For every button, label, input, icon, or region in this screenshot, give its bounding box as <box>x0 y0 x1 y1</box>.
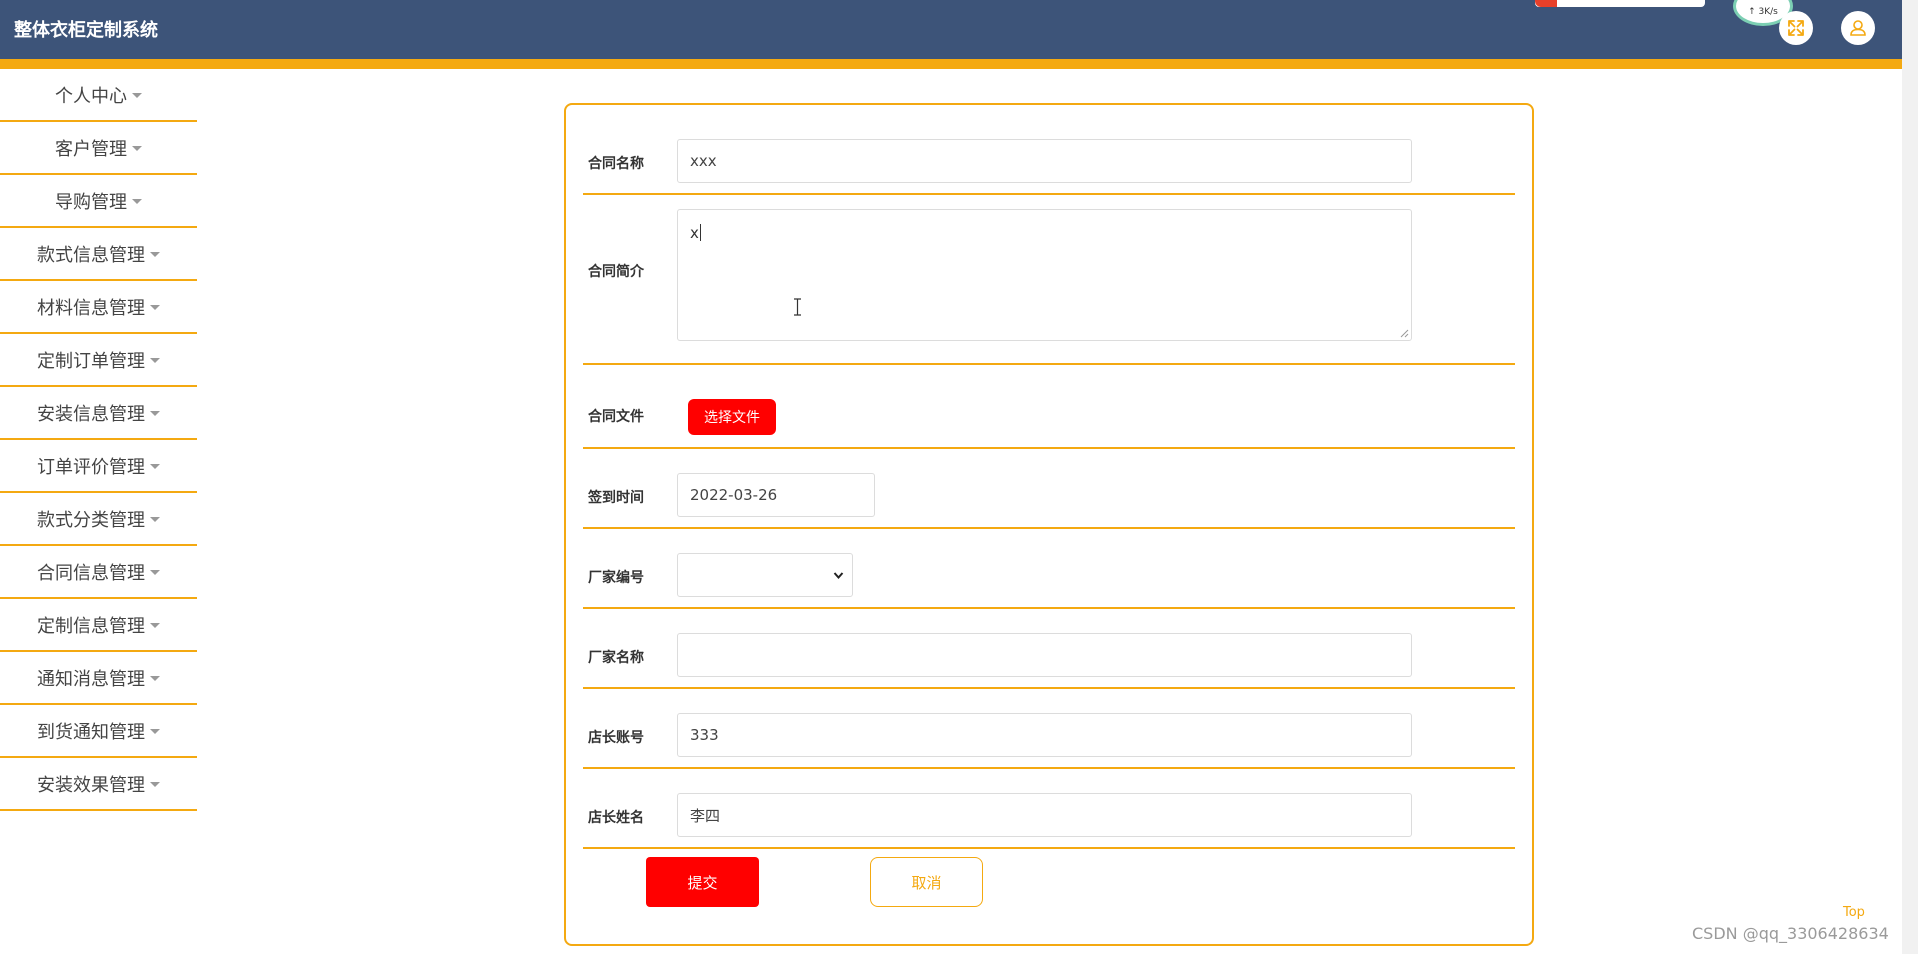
sidebar-item-label: 到货通知管理 <box>37 721 145 743</box>
sidebar-item-order-reviews[interactable]: 订单评价管理 <box>0 440 197 493</box>
sidebar-item-style-categories[interactable]: 款式分类管理 <box>0 493 197 546</box>
cancel-button[interactable]: 取消 <box>870 857 983 907</box>
sidebar-item-label: 个人中心 <box>55 85 127 107</box>
manager-account-input[interactable]: 333 <box>677 713 1412 757</box>
sidebar-item-customization-info[interactable]: 定制信息管理 <box>0 599 197 652</box>
caret-down-icon <box>150 252 160 257</box>
app-title: 整体衣柜定制系统 <box>14 20 158 41</box>
sidebar-item-label: 款式信息管理 <box>37 244 145 266</box>
form-row-factory-name: 厂家名称 <box>583 611 1515 689</box>
sidebar-item-label: 导购管理 <box>55 191 127 213</box>
manager-name-input[interactable]: 李四 <box>677 793 1412 837</box>
caret-down-icon <box>150 358 160 363</box>
form-row-contract-file: 合同文件 选择文件 <box>583 367 1515 449</box>
sidebar-item-label: 材料信息管理 <box>37 297 145 319</box>
contract-name-label: 合同名称 <box>588 156 644 172</box>
factory-name-input[interactable] <box>677 633 1412 677</box>
contract-intro-value: x <box>690 224 699 242</box>
manager-account-label: 店长账号 <box>588 730 644 746</box>
chevron-down-icon <box>833 572 844 580</box>
sidebar-item-material-info[interactable]: 材料信息管理 <box>0 281 197 334</box>
manager-name-label: 店长姓名 <box>588 810 644 826</box>
sidebar-item-label: 订单评价管理 <box>37 456 145 478</box>
sign-date-value: 2022-03-26 <box>690 486 778 504</box>
factory-no-select[interactable] <box>677 553 853 597</box>
caret-down-icon <box>150 729 160 734</box>
browser-extension-logo <box>1535 0 1557 7</box>
sidebar-item-label: 安装信息管理 <box>37 403 145 425</box>
sidebar-item-installation-info[interactable]: 安装信息管理 <box>0 387 197 440</box>
factory-no-label: 厂家编号 <box>588 570 644 586</box>
caret-down-icon <box>150 676 160 681</box>
sidebar-item-label: 定制信息管理 <box>37 615 145 637</box>
page-scrollbar[interactable] <box>1902 0 1918 954</box>
user-icon <box>1850 20 1866 36</box>
sign-date-input[interactable]: 2022-03-26 <box>677 473 875 517</box>
caret-down-icon <box>150 305 160 310</box>
contract-file-label: 合同文件 <box>588 409 644 425</box>
sidebar-item-style-info[interactable]: 款式信息管理 <box>0 228 197 281</box>
caret-down-icon <box>150 570 160 575</box>
top-header: 整体衣柜定制系统 ↑ 3K/s <box>0 0 1902 59</box>
sidebar-item-customers[interactable]: 客户管理 <box>0 122 197 175</box>
ibeam-cursor-icon <box>794 298 801 316</box>
caret-down-icon <box>150 623 160 628</box>
sidebar-item-label: 客户管理 <box>55 138 127 160</box>
manager-account-value: 333 <box>690 726 719 744</box>
text-cursor <box>699 224 701 241</box>
sidebar-item-contract-info[interactable]: 合同信息管理 <box>0 546 197 599</box>
sidebar-item-installation-effects[interactable]: 安装效果管理 <box>0 758 197 811</box>
contract-form: 合同名称 xxx 合同简介 x 合同文件 选择文件 签到时间 2022-03-2… <box>564 103 1534 946</box>
browser-extension-strip <box>1535 0 1705 7</box>
form-row-manager-name: 店长姓名 李四 <box>583 771 1515 849</box>
header-accent-bar <box>0 59 1902 69</box>
resize-handle-icon[interactable] <box>1399 328 1409 338</box>
sidebar-item-arrival-notices[interactable]: 到货通知管理 <box>0 705 197 758</box>
sidebar-item-label: 安装效果管理 <box>37 774 145 796</box>
back-to-top-link[interactable]: Top <box>1843 905 1865 920</box>
contract-name-input[interactable]: xxx <box>677 139 1412 183</box>
sidebar-item-label: 通知消息管理 <box>37 668 145 690</box>
sign-date-label: 签到时间 <box>588 490 644 506</box>
sidebar-item-personal-center[interactable]: 个人中心 <box>0 69 197 122</box>
form-row-manager-account: 店长账号 333 <box>583 691 1515 769</box>
caret-down-icon <box>132 93 142 98</box>
fullscreen-icon <box>1788 20 1804 36</box>
contract-intro-textarea[interactable]: x <box>677 209 1412 341</box>
contract-name-value: xxx <box>690 152 717 170</box>
caret-down-icon <box>150 782 160 787</box>
sidebar-item-label: 合同信息管理 <box>37 562 145 584</box>
form-row-contract-intro: 合同简介 x <box>583 197 1515 365</box>
caret-down-icon <box>150 411 160 416</box>
network-speed-text: ↑ 3K/s <box>1748 7 1778 17</box>
sidebar: 个人中心 客户管理 导购管理 款式信息管理 材料信息管理 定制订单管理 安装信息… <box>0 69 197 811</box>
caret-down-icon <box>132 199 142 204</box>
submit-button[interactable]: 提交 <box>646 857 759 907</box>
contract-intro-label: 合同简介 <box>588 264 644 280</box>
choose-file-button[interactable]: 选择文件 <box>688 399 776 435</box>
form-row-factory-no: 厂家编号 <box>583 531 1515 609</box>
manager-name-value: 李四 <box>690 806 721 825</box>
factory-name-label: 厂家名称 <box>588 650 644 666</box>
caret-down-icon <box>150 517 160 522</box>
sidebar-item-custom-orders[interactable]: 定制订单管理 <box>0 334 197 387</box>
sidebar-item-label: 款式分类管理 <box>37 509 145 531</box>
csdn-watermark: CSDN @qq_3306428634 <box>1692 924 1889 943</box>
fullscreen-button[interactable] <box>1779 11 1813 45</box>
sidebar-item-shopping-guides[interactable]: 导购管理 <box>0 175 197 228</box>
form-row-contract-name: 合同名称 xxx <box>583 105 1515 195</box>
sidebar-item-notifications[interactable]: 通知消息管理 <box>0 652 197 705</box>
caret-down-icon <box>150 464 160 469</box>
sidebar-item-label: 定制订单管理 <box>37 350 145 372</box>
form-row-sign-date: 签到时间 2022-03-26 <box>583 451 1515 529</box>
user-menu-button[interactable] <box>1841 11 1875 45</box>
caret-down-icon <box>132 146 142 151</box>
